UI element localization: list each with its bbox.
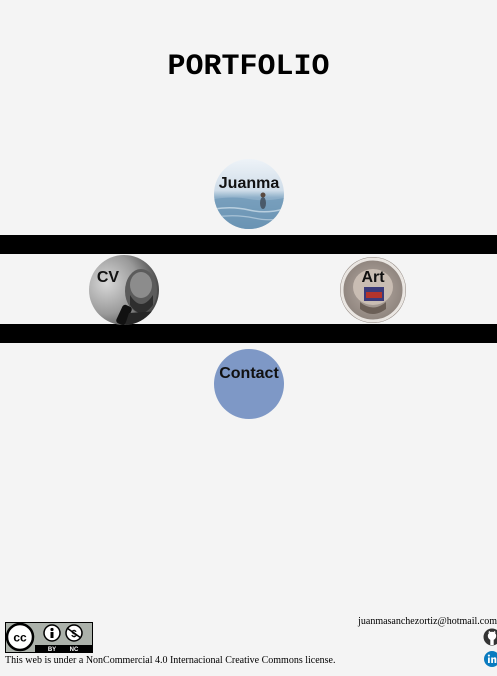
nav-cv-label: CV xyxy=(96,269,120,286)
art-photo xyxy=(340,257,406,323)
nav-art-button[interactable]: Art xyxy=(340,257,406,323)
nav-contact-button[interactable]: Contact xyxy=(214,349,284,419)
juanma-photo xyxy=(214,159,284,229)
github-icon[interactable] xyxy=(483,628,497,646)
nav-contact-label: Contact xyxy=(219,365,279,382)
cc-badge-nc: NC xyxy=(70,647,79,653)
black-band-bottom xyxy=(0,324,497,343)
creative-commons-badge[interactable]: cc $ BY NC xyxy=(5,622,93,653)
cv-photo xyxy=(89,255,159,325)
nav-art-label: Art xyxy=(361,269,385,286)
black-band-top xyxy=(0,235,497,254)
page-title: PORTFOLIO xyxy=(167,50,330,84)
linkedin-icon[interactable] xyxy=(484,651,497,667)
nav-juanma-label: Juanma xyxy=(218,175,280,192)
nav-juanma-button[interactable]: Juanma xyxy=(214,159,284,229)
cc-badge-text: cc xyxy=(13,631,27,645)
nav-cv-button[interactable]: CV xyxy=(89,255,159,325)
contact-email[interactable]: juanmasanchezortiz@hotmail.com xyxy=(358,616,497,627)
cc-badge-by: BY xyxy=(48,647,56,653)
license-text: This web is under a NonCommercial 4.0 In… xyxy=(5,655,336,666)
